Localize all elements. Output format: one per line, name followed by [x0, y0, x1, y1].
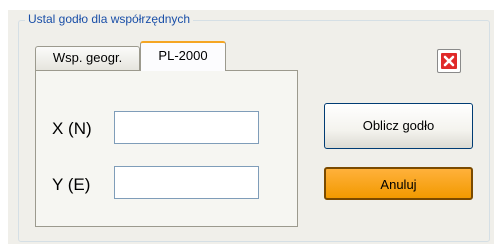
group-title: Ustal godło dla współrzędnych: [25, 11, 194, 27]
y-input[interactable]: [114, 166, 259, 199]
x-field-label: X (N): [52, 119, 92, 138]
close-icon: [441, 53, 457, 69]
y-field-label: Y (E): [52, 175, 91, 194]
tab-pl-2000[interactable]: PL-2000: [140, 41, 226, 71]
calculate-button[interactable]: Oblicz godło: [324, 103, 473, 149]
tab-wsp-geogr[interactable]: Wsp. geogr.: [35, 46, 140, 70]
x-input[interactable]: [114, 111, 259, 144]
tab-page-pl-2000: [35, 70, 298, 227]
close-button[interactable]: [437, 49, 461, 73]
cancel-button[interactable]: Anuluj: [324, 167, 473, 200]
